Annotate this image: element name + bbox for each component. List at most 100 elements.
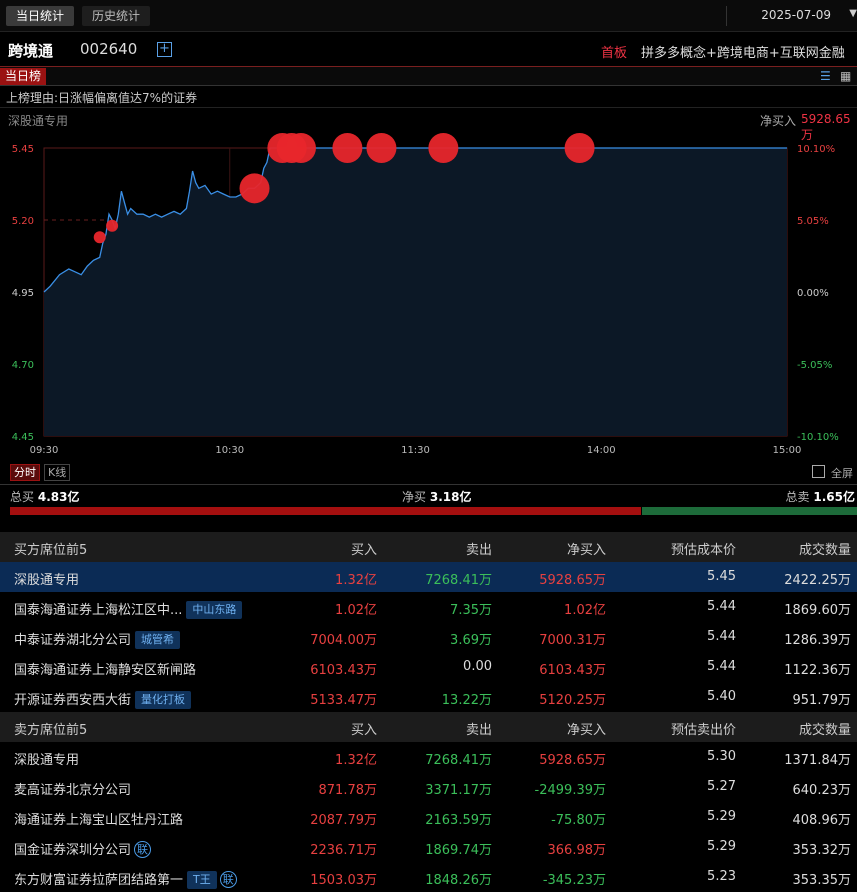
net-amount: -75.80万 (551, 813, 606, 828)
seat-name-cell[interactable]: 开源证券西安西大街 量化打板 (14, 689, 192, 709)
concept-tags[interactable]: 拼多多概念+跨境电商+互联网金融 (641, 42, 857, 61)
seat-name: 深股通专用 (8, 114, 69, 128)
volume: 951.79万 (792, 693, 852, 708)
tab-kline[interactable]: K线 (44, 464, 71, 481)
table-row[interactable]: 国泰海通证券上海静安区新闸路 6103.43万 0.00 6103.43万 5.44 11… (0, 652, 857, 682)
seat-name-text: 国金证券深圳分公司 (14, 843, 132, 858)
add-watchlist-button[interactable]: + (157, 42, 172, 57)
sell-amount: 1848.26万 (425, 873, 492, 888)
total-buy-label: 总买 (10, 490, 35, 504)
table-row[interactable]: 麦高证券北京分公司 871.78万 3371.17万 -2499.39万 5.27 640… (0, 772, 857, 802)
list-view-icon[interactable]: ☰ (820, 69, 831, 83)
seat-name-cell[interactable]: 海通证券上海宝山区牡丹江路 (14, 809, 183, 828)
table-row[interactable]: 深股通专用 1.32亿 7268.41万 5928.65万 5.45 2422.25万 (0, 562, 857, 592)
seat-tag-badge[interactable]: 中山东路 (186, 601, 243, 619)
volume: 1286.39万 (784, 633, 851, 648)
table-row[interactable]: 深股通专用 1.32亿 7268.41万 5928.65万 5.30 1371.84万 (0, 742, 857, 772)
trade-marker[interactable] (366, 133, 397, 163)
est-price: 5.29 (707, 839, 736, 854)
sell-amount: 1869.74万 (425, 843, 492, 858)
sell-amount: 7268.41万 (425, 753, 492, 768)
volume: 640.23万 (792, 783, 852, 798)
linked-seat-icon[interactable]: 联 (219, 871, 237, 888)
total-sell-value: 1.65亿 (813, 490, 855, 504)
list-bar: 当日榜 ☰ ▦ (0, 66, 857, 86)
intraday-chart[interactable]: 5.45 10.10% 5.20 5.05% 4.95 0.00% 4.70 -5.05% 4.… (0, 128, 857, 458)
fullscreen-label[interactable]: 全屏 (831, 465, 853, 481)
seat-name-cell[interactable]: 中泰证券湖北分公司 城管希 (14, 629, 181, 649)
y-tick-label-pct: 5.05% (797, 216, 829, 227)
trade-marker[interactable] (106, 219, 119, 232)
seat-name-cell[interactable]: 东方财富证券拉萨团结路第一 T王联 (14, 869, 237, 889)
y-tick-label: 5.45 (12, 144, 34, 155)
net-amount: 5928.65万 (539, 573, 606, 588)
listing-reason: 上榜理由:日涨幅偏离值达7%的证券 (6, 91, 198, 105)
net-amount: 5120.25万 (539, 693, 606, 708)
divider (0, 484, 857, 485)
net-amount: -2499.39万 (534, 783, 606, 798)
header-cell[interactable]: 净买入 (567, 539, 606, 558)
table-header: 买方席位前5 买入 卖出 净买入 预估成本价 成交数量 (0, 532, 857, 562)
table-row[interactable]: 国泰海通证券上海松江区中... 中山东路 1.02亿 7.35万 1.02亿 5.44 18… (0, 592, 857, 622)
total-net-label: 净买 (402, 490, 427, 504)
divider (0, 107, 857, 108)
x-tick-label: 14:00 (587, 445, 616, 456)
header-cell: 卖方席位前5 (14, 723, 88, 738)
header-cell[interactable]: 成交数量 (799, 719, 851, 738)
volume: 1371.84万 (784, 753, 851, 768)
seat-tag-badge[interactable]: 城管希 (135, 631, 181, 649)
trade-marker[interactable] (93, 231, 106, 244)
y-tick-label: 5.20 (12, 216, 34, 227)
date-selector[interactable]: 2025-07-09 (761, 8, 831, 22)
est-price: 5.45 (707, 569, 736, 584)
table-row[interactable]: 海通证券上海宝山区牡丹江路 2087.79万 2163.59万 -75.80万 5.29… (0, 802, 857, 832)
table-row[interactable]: 开源证券西安西大街 量化打板 5133.47万 13.22万 5120.25万 5.40 9… (0, 682, 857, 712)
chevron-down-icon[interactable]: ▼ (849, 8, 857, 19)
trade-marker[interactable] (239, 173, 270, 204)
table-row[interactable]: 中泰证券湖北分公司 城管希 7004.00万 3.69万 7000.31万 5.44 128… (0, 622, 857, 652)
trade-marker[interactable] (428, 133, 459, 163)
header-cell[interactable]: 成交数量 (799, 539, 851, 558)
x-tick-label: 10:30 (215, 445, 244, 456)
tab-history-stats[interactable]: 历史统计 (82, 6, 151, 26)
seat-name-cell[interactable]: 国泰海通证券上海松江区中... 中山东路 (14, 599, 243, 619)
net-amount: 366.98万 (547, 843, 607, 858)
sell-amount: 7.35万 (450, 603, 492, 618)
header-cell[interactable]: 预估卖出价 (671, 719, 736, 738)
sell-amount: 7268.41万 (425, 573, 492, 588)
seat-name-cell[interactable]: 国金证券深圳分公司联 (14, 839, 152, 858)
volume: 1122.36万 (784, 663, 851, 678)
header-cell[interactable]: 卖出 (466, 719, 492, 738)
tab-intraday[interactable]: 分时 (10, 464, 40, 481)
fullscreen-icon[interactable] (812, 465, 825, 478)
seat-name-cell[interactable]: 深股通专用 (14, 749, 79, 768)
seat-tag-badge[interactable]: 量化打板 (135, 691, 192, 709)
stock-name[interactable]: 跨境通 (8, 40, 53, 61)
seat-tag-badge[interactable]: T王 (187, 871, 217, 889)
seat-name-cell[interactable]: 国泰海通证券上海静安区新闸路 (14, 659, 196, 678)
sell-amount: 0.00 (463, 659, 492, 674)
grid-view-icon[interactable]: ▦ (840, 69, 851, 83)
header-cell[interactable]: 卖出 (466, 539, 492, 558)
net-buy-label: 净买入 (760, 114, 797, 128)
tab-today-stats[interactable]: 当日统计 (6, 6, 75, 26)
linked-seat-icon[interactable]: 联 (134, 841, 152, 858)
seat-name-cell[interactable]: 深股通专用 (14, 569, 79, 588)
header-cell[interactable]: 净买入 (567, 719, 606, 738)
net-amount: 1.02亿 (564, 603, 606, 618)
header-cell[interactable]: 买入 (351, 539, 377, 558)
trade-marker[interactable] (332, 133, 363, 163)
header-cell[interactable]: 买入 (351, 719, 377, 738)
trade-marker[interactable] (564, 133, 595, 163)
table-row[interactable]: 东方财富证券拉萨团结路第一 T王联 1503.03万 1848.26万 -345.23万… (0, 862, 857, 892)
seat-name-cell[interactable]: 麦高证券北京分公司 (14, 779, 131, 798)
header-cell[interactable]: 预估成本价 (671, 539, 736, 558)
list-tag-today[interactable]: 当日榜 (0, 68, 47, 85)
total-buy: 总买 4.83亿 (10, 488, 79, 505)
trade-marker[interactable] (285, 133, 316, 163)
table-row[interactable]: 国金证券深圳分公司联 2236.71万 1869.74万 366.98万 5.29 353… (0, 832, 857, 862)
buy-amount: 2087.79万 (310, 813, 377, 828)
net-amount: 5928.65万 (539, 753, 606, 768)
chart-tabs: 分时 K线 全屏 (0, 464, 857, 482)
y-tick-label: 4.95 (12, 288, 34, 299)
